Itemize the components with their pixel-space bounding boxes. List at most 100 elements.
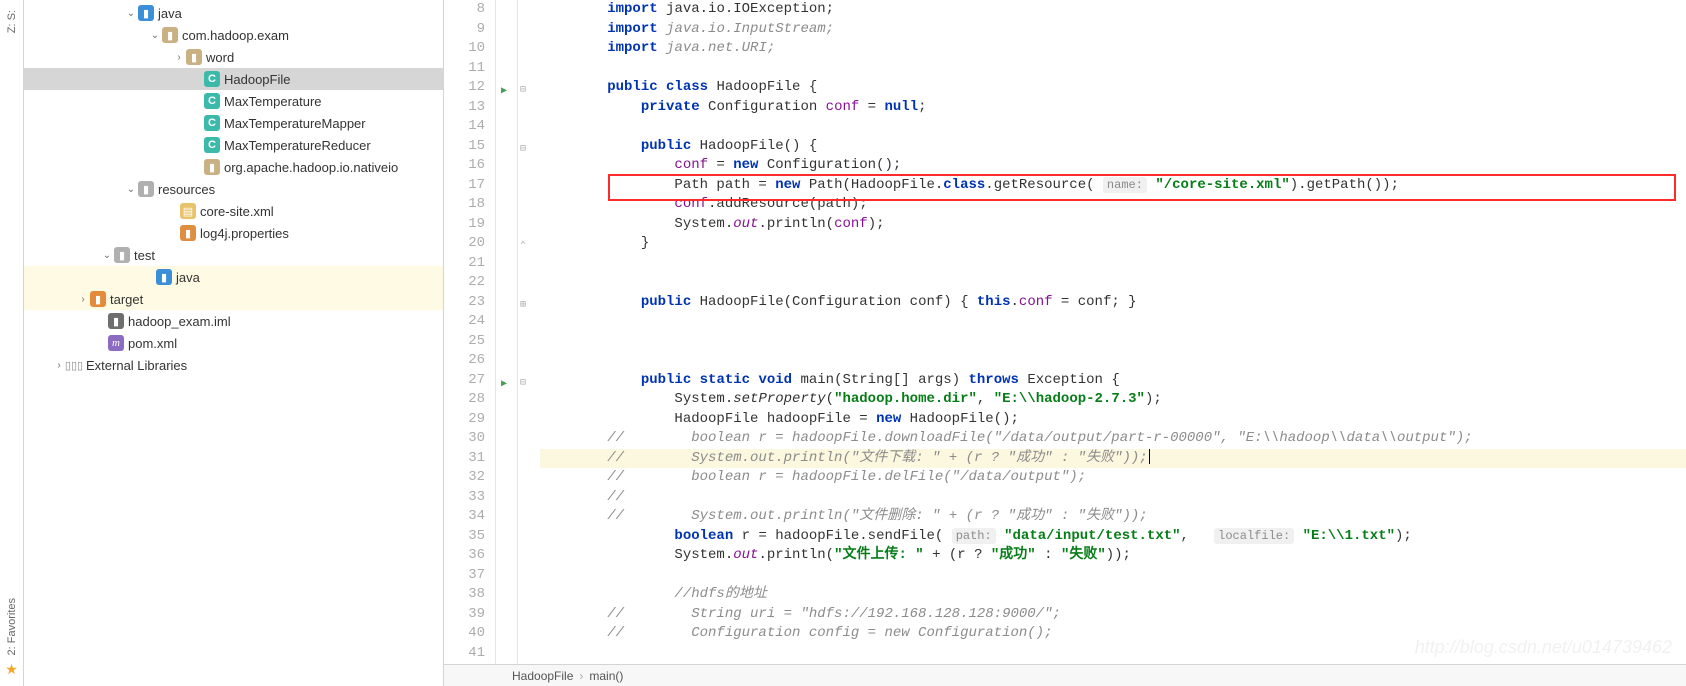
code-line[interactable] xyxy=(540,351,1686,371)
chevron-down-icon[interactable]: ⌄ xyxy=(148,30,162,41)
run-gutter-icon[interactable]: ▶ xyxy=(501,82,507,102)
tree-item-org-apache-hadoop-io-nativeio[interactable]: ▮org.apache.hadoop.io.nativeio xyxy=(24,156,443,178)
code-line[interactable]: import java.io.InputStream; xyxy=(540,20,1686,40)
tree-item-maxtemperaturemapper[interactable]: CMaxTemperatureMapper xyxy=(24,112,443,134)
code-line[interactable] xyxy=(540,254,1686,274)
folder-tan-icon: ▮ xyxy=(186,49,202,65)
code-line[interactable]: public class HadoopFile { xyxy=(540,78,1686,98)
folder-tan-icon: ▮ xyxy=(204,159,220,175)
text-caret xyxy=(1149,449,1150,464)
tree-label: log4j.properties xyxy=(200,226,289,241)
crumb-class[interactable]: HadoopFile xyxy=(512,669,573,683)
line-gutter: 8910111213141516171819202122232425262728… xyxy=(444,0,496,664)
code-line[interactable]: // boolean r = hadoopFile.downloadFile("… xyxy=(540,429,1686,449)
rail-favorites[interactable]: 2: Favorites xyxy=(6,592,18,661)
fold-icon[interactable]: ⊞ xyxy=(520,296,526,316)
code-line[interactable]: // Configuration config = new Configurat… xyxy=(540,624,1686,644)
code-line[interactable]: public HadoopFile() { xyxy=(540,137,1686,157)
code-line[interactable]: System.setProperty("hadoop.home.dir", "E… xyxy=(540,390,1686,410)
crumb-method[interactable]: main() xyxy=(589,669,623,683)
folder-orange-icon: ▮ xyxy=(90,291,106,307)
tree-item-resources[interactable]: ⌄▮ resources xyxy=(24,178,443,200)
fold-icon[interactable]: ⊟ xyxy=(520,140,526,160)
tree-item-word[interactable]: ›▮ word xyxy=(24,46,443,68)
code-line[interactable]: conf = new Configuration(); xyxy=(540,156,1686,176)
tree-item-test[interactable]: ⌄▮test xyxy=(24,244,443,266)
fold-column[interactable]: ⊟ ⊟ ⌃ ⊞ ⊟ xyxy=(518,0,536,664)
code-line[interactable]: // boolean r = hadoopFile.delFile("/data… xyxy=(540,468,1686,488)
tree-item-external-libraries[interactable]: ›▯▯▯External Libraries xyxy=(24,354,443,376)
rail-top[interactable]: Z: S: xyxy=(6,4,18,39)
star-icon: ★ xyxy=(5,661,18,678)
code-line[interactable]: System.out.println(conf); xyxy=(540,215,1686,235)
tree-item-core-site-xml[interactable]: ▤core-site.xml xyxy=(24,200,443,222)
tree-label: HadoopFile xyxy=(224,72,291,87)
tree-label: target xyxy=(110,292,143,307)
tree-label: word xyxy=(206,50,234,65)
tree-label: MaxTemperature xyxy=(224,94,322,109)
cls-icon: C xyxy=(204,71,220,87)
tree-item-hadoopfile[interactable]: C HadoopFile xyxy=(24,68,443,90)
folder-blue-icon: ▮ xyxy=(138,5,154,21)
chevron-right-icon[interactable]: › xyxy=(76,294,90,305)
folder-tan-icon: ▮ xyxy=(162,27,178,43)
chevron-right-icon[interactable]: › xyxy=(172,52,186,63)
tree-label: resources xyxy=(158,182,215,197)
code-line[interactable]: private Configuration conf = null; xyxy=(540,98,1686,118)
tool-rail-left: Z: S: 2: Favorites ★ xyxy=(0,0,24,686)
run-gutter-icon[interactable]: ▶ xyxy=(501,375,507,395)
cls-icon: C xyxy=(204,137,220,153)
code-line[interactable] xyxy=(540,566,1686,586)
code-line[interactable]: System.out.println("文件上传: " + (r ? "成功" … xyxy=(540,546,1686,566)
code-line[interactable] xyxy=(540,59,1686,79)
tree-label: java xyxy=(176,270,200,285)
code-line[interactable]: Path path = new Path(HadoopFile.class.ge… xyxy=(540,176,1686,196)
chevron-right-icon: › xyxy=(579,669,583,683)
code-line[interactable]: //hdfs的地址 xyxy=(540,585,1686,605)
code-line[interactable] xyxy=(540,644,1686,664)
breadcrumb[interactable]: HadoopFile › main() xyxy=(444,664,1686,686)
chevron-down-icon[interactable]: ⌄ xyxy=(124,184,138,195)
tree-item-hadoop-exam-iml[interactable]: ▮hadoop_exam.iml xyxy=(24,310,443,332)
tree-item-com-hadoop-exam[interactable]: ⌄▮com.hadoop.exam xyxy=(24,24,443,46)
code-line[interactable]: public HadoopFile(Configuration conf) { … xyxy=(540,293,1686,313)
code-line[interactable]: } xyxy=(540,234,1686,254)
chevron-right-icon[interactable]: › xyxy=(52,360,66,371)
code-line[interactable]: // String uri = "hdfs://192.168.128.128:… xyxy=(540,605,1686,625)
code-line[interactable] xyxy=(540,273,1686,293)
tree-item-maxtemperaturereducer[interactable]: CMaxTemperatureReducer xyxy=(24,134,443,156)
tree-item-log4j-properties[interactable]: ▮log4j.properties xyxy=(24,222,443,244)
tree-label: pom.xml xyxy=(128,336,177,351)
run-marker-column: ▶▶ xyxy=(496,0,518,664)
code-line[interactable] xyxy=(540,312,1686,332)
code-content[interactable]: import java.io.IOException; import java.… xyxy=(536,0,1686,664)
folder-grey-icon: ▮ xyxy=(138,181,154,197)
fold-icon[interactable]: ⌃ xyxy=(520,237,526,257)
code-line[interactable]: import java.net.URI; xyxy=(540,39,1686,59)
tree-label: test xyxy=(134,248,155,263)
chevron-down-icon[interactable]: ⌄ xyxy=(124,8,138,19)
maven-icon: m xyxy=(108,335,124,351)
tree-item-maxtemperature[interactable]: CMaxTemperature xyxy=(24,90,443,112)
code-line[interactable]: public static void main(String[] args) t… xyxy=(540,371,1686,391)
code-line[interactable]: import java.io.IOException; xyxy=(540,0,1686,20)
code-line[interactable]: // System.out.println("文件下载: " + (r ? "成… xyxy=(540,449,1686,469)
code-line[interactable]: conf.addResource(path); xyxy=(540,195,1686,215)
tree-item-pom-xml[interactable]: m pom.xml xyxy=(24,332,443,354)
tree-item-target[interactable]: ›▮ target xyxy=(24,288,443,310)
tree-item-java[interactable]: ⌄▮ java xyxy=(24,2,443,24)
code-line[interactable]: // System.out.println("文件删除: " + (r ? "成… xyxy=(540,507,1686,527)
editor-pane: 8910111213141516171819202122232425262728… xyxy=(444,0,1686,686)
project-tree[interactable]: ⌄▮java⌄▮com.hadoop.exam›▮wordCHadoopFile… xyxy=(24,0,444,686)
code-line[interactable]: HadoopFile hadoopFile = new HadoopFile()… xyxy=(540,410,1686,430)
tree-label: External Libraries xyxy=(86,358,187,373)
tree-label: java xyxy=(158,6,182,21)
fold-icon[interactable]: ⊟ xyxy=(520,374,526,394)
fold-icon[interactable]: ⊟ xyxy=(520,81,526,101)
code-line[interactable]: boolean r = hadoopFile.sendFile( path: "… xyxy=(540,527,1686,547)
code-line[interactable] xyxy=(540,117,1686,137)
code-line[interactable] xyxy=(540,332,1686,352)
code-line[interactable]: // xyxy=(540,488,1686,508)
chevron-down-icon[interactable]: ⌄ xyxy=(100,250,114,261)
tree-item-java[interactable]: ▮java xyxy=(24,266,443,288)
